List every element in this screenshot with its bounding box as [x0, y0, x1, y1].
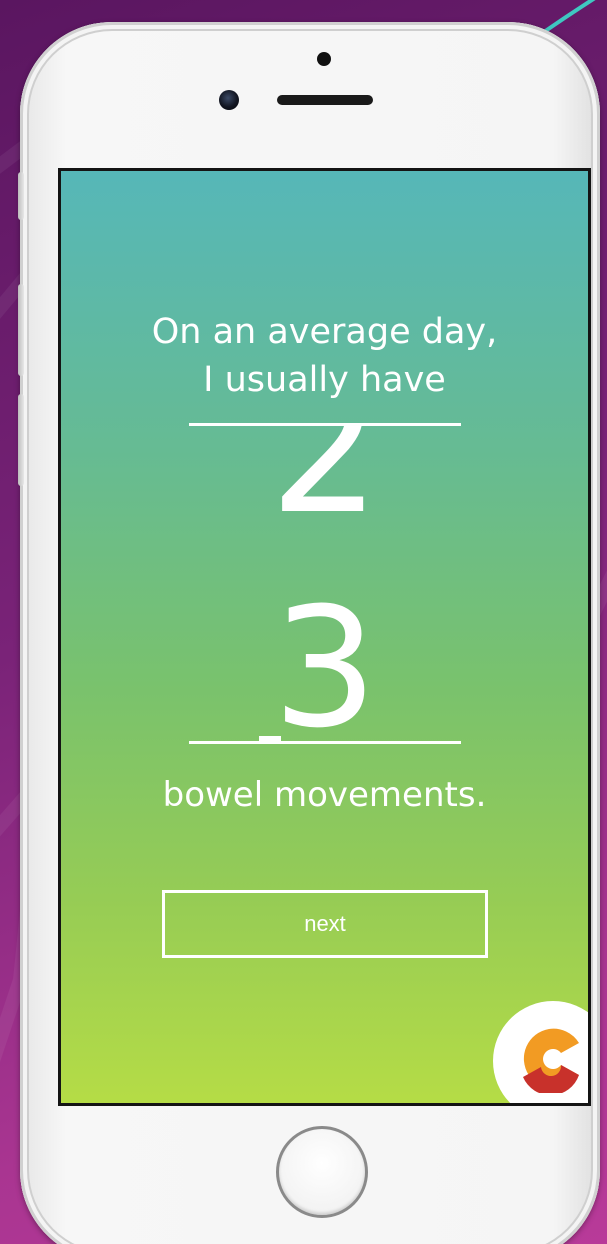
front-camera-icon: [219, 90, 239, 110]
picker-bottom-divider: [189, 741, 461, 744]
picker-previous-value[interactable]: 2: [189, 426, 461, 539]
volume-up-button: [18, 284, 24, 376]
next-button[interactable]: next: [162, 890, 488, 958]
earpiece-speaker: [277, 95, 373, 105]
subline-text: bowel movements.: [162, 775, 487, 815]
number-picker[interactable]: 2 3 4: [189, 426, 461, 741]
mute-switch: [18, 172, 24, 220]
proximity-sensor: [317, 52, 331, 66]
app-screen: On an average day, I usually have 2 3 4 …: [58, 168, 591, 1106]
app-logo-badge[interactable]: [493, 1001, 588, 1103]
picker-selected-value[interactable]: 3: [189, 581, 461, 742]
volume-down-button: [18, 394, 24, 486]
headline-line-1: On an average day,: [151, 312, 498, 352]
app-logo-icon: [523, 1028, 579, 1093]
headline-line-2: I usually have: [203, 360, 446, 400]
home-button[interactable]: [276, 1126, 368, 1218]
